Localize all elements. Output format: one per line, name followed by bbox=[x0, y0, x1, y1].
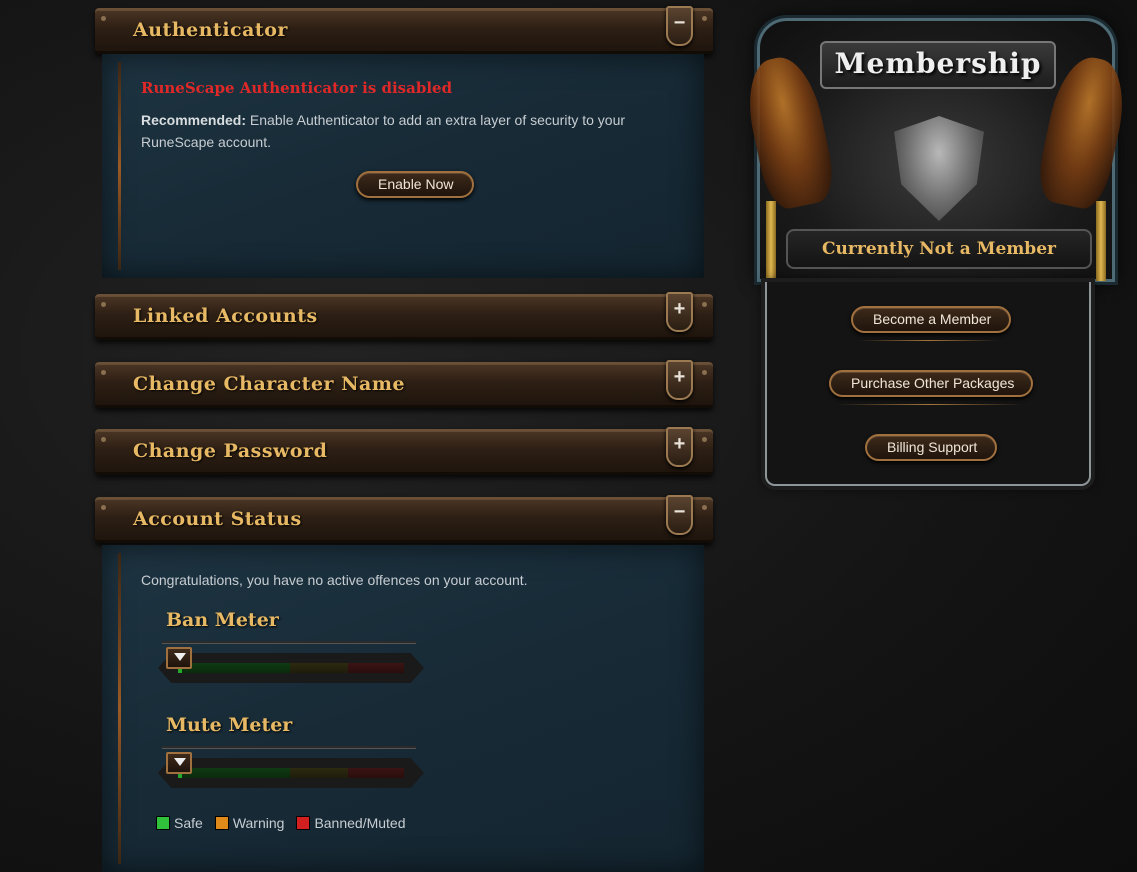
mute-meter bbox=[158, 758, 424, 788]
mute-meter-track bbox=[178, 768, 404, 778]
legend-safe: Safe bbox=[156, 815, 203, 831]
divider bbox=[837, 404, 1023, 405]
authenticator-header[interactable]: Authenticator − bbox=[95, 6, 713, 54]
become-member-button[interactable]: Become a Member bbox=[851, 306, 1011, 333]
gold-pillar-icon bbox=[1096, 201, 1106, 281]
legend-warning: Warning bbox=[214, 815, 285, 831]
change-character-name-title: Change Character Name bbox=[133, 373, 406, 395]
authenticator-status: RuneScape Authenticator is disabled bbox=[141, 79, 453, 97]
shield-crest-icon bbox=[894, 116, 984, 221]
mute-meter-title: Mute Meter bbox=[166, 714, 293, 736]
panel-rail bbox=[118, 62, 121, 270]
divider bbox=[859, 340, 999, 341]
ban-meter-marker-icon bbox=[166, 647, 192, 669]
warning-swatch-icon bbox=[214, 816, 229, 830]
ban-meter-title: Ban Meter bbox=[166, 609, 279, 631]
expand-icon[interactable]: + bbox=[666, 360, 693, 400]
collapse-icon[interactable]: − bbox=[666, 6, 693, 46]
membership-actions: Become a Member Purchase Other Packages … bbox=[765, 282, 1091, 486]
expand-icon[interactable]: + bbox=[666, 292, 693, 332]
authenticator-title: Authenticator bbox=[133, 19, 288, 41]
membership-banner: Membership Currently Not a Member bbox=[739, 18, 1133, 282]
membership-title: Membership bbox=[820, 41, 1056, 89]
enable-now-button[interactable]: Enable Now bbox=[356, 171, 474, 198]
linked-accounts-header[interactable]: Linked Accounts + bbox=[95, 292, 713, 340]
safe-swatch-icon bbox=[156, 816, 170, 830]
membership-status: Currently Not a Member bbox=[786, 229, 1092, 269]
expand-icon[interactable]: + bbox=[666, 427, 693, 467]
banned-swatch-icon bbox=[296, 816, 311, 830]
panel-rail bbox=[118, 553, 121, 864]
billing-support-button[interactable]: Billing Support bbox=[865, 434, 997, 461]
collapse-icon[interactable]: − bbox=[666, 495, 693, 535]
recommended-label: Recommended: bbox=[141, 112, 247, 128]
change-character-name-header[interactable]: Change Character Name + bbox=[95, 360, 713, 408]
mute-meter-marker-icon bbox=[166, 752, 192, 774]
meter-legend: Safe Warning Banned/Muted bbox=[156, 815, 406, 831]
ban-meter bbox=[158, 653, 424, 683]
linked-accounts-title: Linked Accounts bbox=[133, 305, 318, 327]
purchase-packages-button[interactable]: Purchase Other Packages bbox=[829, 370, 1033, 397]
legend-banned: Banned/Muted bbox=[296, 815, 406, 831]
offences-message: Congratulations, you have no active offe… bbox=[141, 572, 528, 588]
change-password-header[interactable]: Change Password + bbox=[95, 427, 713, 475]
legend-label: Warning bbox=[232, 815, 285, 831]
change-password-title: Change Password bbox=[133, 440, 328, 462]
authenticator-recommendation: Recommended: Enable Authenticator to add… bbox=[141, 109, 641, 153]
gold-pillar-icon bbox=[766, 201, 776, 281]
membership-card: Membership Currently Not a Member Become… bbox=[739, 18, 1133, 504]
legend-label: Banned/Muted bbox=[314, 815, 406, 831]
authenticator-panel: RuneScape Authenticator is disabled Reco… bbox=[102, 54, 704, 278]
mute-meter-divider bbox=[162, 746, 416, 749]
legend-label: Safe bbox=[174, 815, 203, 831]
ban-meter-track bbox=[178, 663, 404, 673]
ban-meter-divider bbox=[162, 641, 416, 644]
account-status-header[interactable]: Account Status − bbox=[95, 495, 713, 543]
account-status-title: Account Status bbox=[133, 508, 302, 530]
account-status-panel: Congratulations, you have no active offe… bbox=[102, 545, 704, 872]
